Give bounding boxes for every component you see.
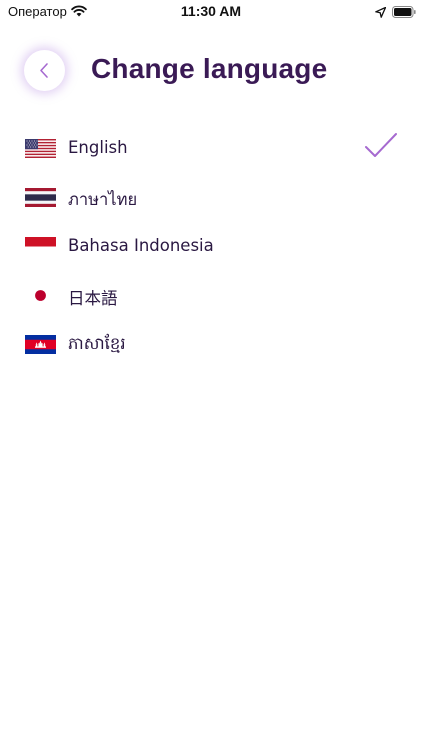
language-option-khmer[interactable]: ភាសាខ្មែរ [0,318,422,367]
language-label: ភាសាខ្មែរ [68,334,126,353]
status-time: 11:30 AM [180,3,242,19]
language-option-japanese[interactable]: 日本語 [0,269,422,318]
page-title: Change language [91,53,328,84]
chevron-left-icon [40,63,48,78]
japan-flag-icon [25,286,56,305]
thailand-flag-icon [25,188,56,207]
language-option-indonesian[interactable]: Bahasa Indonesia [0,220,422,269]
location-arrow-icon [375,5,387,18]
language-label: 日本語 [68,289,118,308]
back-button[interactable] [24,50,65,91]
status-bar: Оператор 11:30 AM [0,0,422,24]
indonesia-flag-icon [25,237,56,256]
language-label: ภาษาไทย [68,190,138,209]
us-flag-icon [25,139,56,158]
cambodia-flag-icon [25,335,56,354]
language-option-thai[interactable]: ภาษาไทย [0,171,422,220]
language-label: English [68,138,128,157]
language-label: Bahasa Indonesia [68,236,214,255]
checkmark-icon [364,132,398,160]
language-option-english[interactable]: English [0,122,422,171]
battery-icon [392,5,416,18]
